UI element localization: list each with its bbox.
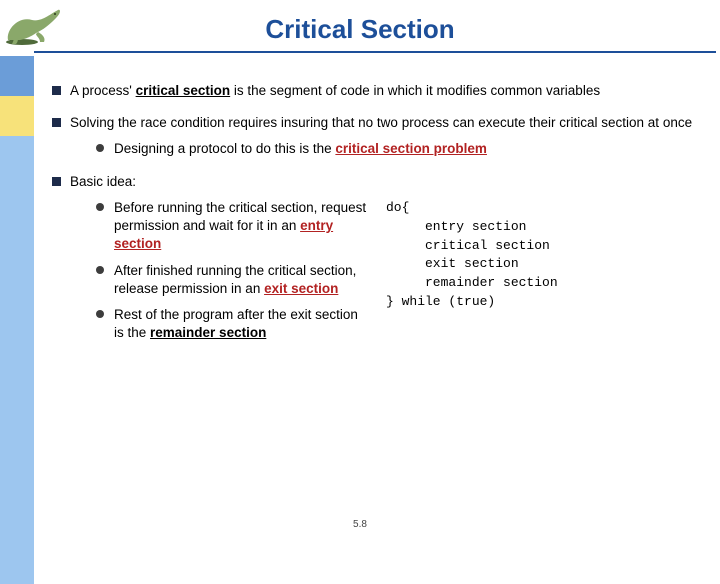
dinosaur-icon	[2, 6, 66, 48]
term-critical-section: critical section	[136, 83, 231, 98]
term-critical-section-problem: critical section problem	[335, 141, 487, 156]
page-number: 5.8	[0, 519, 720, 530]
slide-title: Critical Section	[0, 0, 720, 51]
pseudocode-block: do{ entry section critical section exit …	[386, 191, 716, 351]
code-line: exit section	[386, 256, 519, 271]
subbullet-cs-problem: Designing a protocol to do this is the c…	[70, 140, 716, 158]
bullet-race-condition: Solving the race condition requires insu…	[48, 114, 716, 158]
sidebar-band-yellow	[0, 96, 34, 136]
code-line: critical section	[386, 238, 550, 253]
code-line: remainder section	[386, 275, 558, 290]
text-fragment: Solving the race condition requires insu…	[70, 115, 692, 130]
term-remainder-section: remainder section	[150, 325, 266, 340]
bullet-basic-idea: Basic idea: Before running the critical …	[48, 173, 716, 351]
text-fragment: A process'	[70, 83, 136, 98]
code-line: entry section	[386, 219, 526, 234]
subbullet-remainder-section: Rest of the program after the exit secti…	[70, 306, 370, 342]
bullet-critical-section-def: A process' critical section is the segme…	[48, 82, 716, 100]
title-underline	[34, 51, 716, 53]
term-exit-section: exit section	[264, 281, 338, 296]
code-line: } while (true)	[386, 294, 495, 309]
basic-idea-subbullets: Before running the critical section, req…	[70, 191, 370, 351]
sidebar-band-blue	[0, 56, 34, 96]
slide-content: A process' critical section is the segme…	[48, 82, 716, 364]
left-color-sidebar	[0, 56, 34, 540]
subbullet-entry-section: Before running the critical section, req…	[70, 199, 370, 254]
subbullet-exit-section: After finished running the critical sect…	[70, 262, 370, 298]
code-line: do{	[386, 200, 409, 215]
dinosaur-logo	[2, 6, 66, 48]
two-column-layout: Before running the critical section, req…	[70, 191, 716, 351]
text-fragment: Designing a protocol to do this is the	[114, 141, 335, 156]
text-fragment: is the segment of code in which it modif…	[230, 83, 600, 98]
sidebar-band-lightblue	[0, 136, 34, 584]
text-fragment: Basic idea:	[70, 174, 136, 189]
